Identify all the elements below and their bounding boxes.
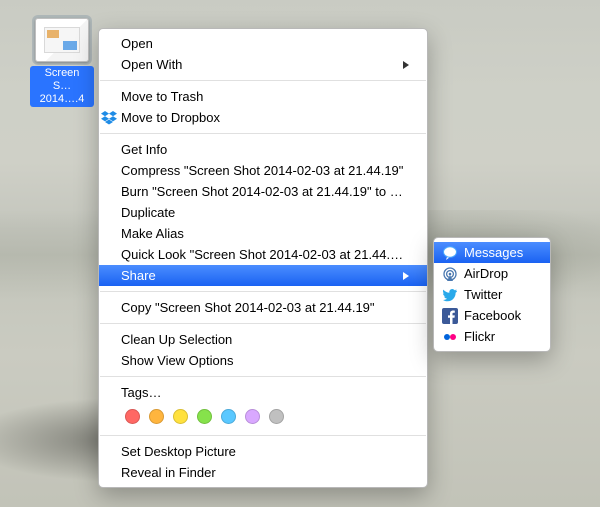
share-twitter[interactable]: Twitter [434,284,550,305]
menu-tags-label: Tags… [121,384,409,401]
menu-open-label: Open [121,35,409,52]
menu-view-options[interactable]: Show View Options [99,350,427,371]
menu-reveal-label: Reveal in Finder [121,464,409,481]
menu-compress[interactable]: Compress "Screen Shot 2014-02-03 at 21.4… [99,160,427,181]
menu-separator [100,376,426,377]
tag-color-dot[interactable] [269,409,284,424]
share-twitter-label: Twitter [464,286,532,303]
menu-move-to-dropbox[interactable]: Move to Dropbox [99,107,427,128]
facebook-icon [442,308,458,324]
menu-separator [100,435,426,436]
chevron-right-icon [403,61,409,69]
menu-move-to-dropbox-label: Move to Dropbox [121,109,409,126]
menu-make-alias[interactable]: Make Alias [99,223,427,244]
menu-copy[interactable]: Copy "Screen Shot 2014-02-03 at 21.44.19… [99,297,427,318]
messages-icon [442,245,458,261]
menu-view-options-label: Show View Options [121,352,409,369]
share-flickr[interactable]: Flickr [434,326,550,347]
menu-share[interactable]: Share [99,265,427,286]
twitter-icon [442,287,458,303]
menu-open[interactable]: Open [99,33,427,54]
menu-burn-label: Burn "Screen Shot 2014-02-03 at 21.44.19… [121,183,409,200]
menu-duplicate-label: Duplicate [121,204,409,221]
share-airdrop-label: AirDrop [464,265,532,282]
menu-compress-label: Compress "Screen Shot 2014-02-03 at 21.4… [121,162,409,179]
file-label: Screen S… 2014….4 [30,66,94,107]
menu-make-alias-label: Make Alias [121,225,409,242]
menu-duplicate[interactable]: Duplicate [99,202,427,223]
file-thumbnail-icon [35,18,89,62]
menu-move-to-trash[interactable]: Move to Trash [99,86,427,107]
menu-quick-look[interactable]: Quick Look "Screen Shot 2014-02-03 at 21… [99,244,427,265]
context-menu: Open Open With Move to Trash Move to Dro… [98,28,428,488]
airdrop-icon [442,266,458,282]
tag-color-dot[interactable] [173,409,188,424]
menu-separator [100,80,426,81]
menu-burn[interactable]: Burn "Screen Shot 2014-02-03 at 21.44.19… [99,181,427,202]
menu-open-with-label: Open With [121,56,403,73]
menu-separator [100,133,426,134]
desktop-file[interactable]: Screen S… 2014….4 [30,18,94,107]
menu-clean-up[interactable]: Clean Up Selection [99,329,427,350]
flickr-icon [442,329,458,345]
share-messages[interactable]: Messages [434,242,550,263]
dropbox-icon [101,110,117,126]
share-airdrop[interactable]: AirDrop [434,263,550,284]
menu-set-desktop[interactable]: Set Desktop Picture [99,441,427,462]
tag-color-dot[interactable] [197,409,212,424]
share-facebook[interactable]: Facebook [434,305,550,326]
tag-color-row [99,403,427,430]
share-facebook-label: Facebook [464,307,532,324]
menu-separator [100,291,426,292]
menu-get-info-label: Get Info [121,141,409,158]
menu-quick-look-label: Quick Look "Screen Shot 2014-02-03 at 21… [121,246,409,263]
share-messages-label: Messages [464,244,532,261]
menu-separator [100,323,426,324]
share-flickr-label: Flickr [464,328,532,345]
menu-copy-label: Copy "Screen Shot 2014-02-03 at 21.44.19… [121,299,409,316]
tag-color-dot[interactable] [149,409,164,424]
chevron-right-icon [403,272,409,280]
menu-tags[interactable]: Tags… [99,382,427,403]
menu-share-label: Share [121,267,403,284]
menu-reveal[interactable]: Reveal in Finder [99,462,427,483]
menu-move-to-trash-label: Move to Trash [121,88,409,105]
tag-color-dot[interactable] [221,409,236,424]
menu-set-desktop-label: Set Desktop Picture [121,443,409,460]
share-submenu: Messages AirDrop Twitter Facebook Flickr [433,237,551,352]
tag-color-dot[interactable] [245,409,260,424]
tag-color-dot[interactable] [125,409,140,424]
menu-open-with[interactable]: Open With [99,54,427,75]
menu-clean-up-label: Clean Up Selection [121,331,409,348]
menu-get-info[interactable]: Get Info [99,139,427,160]
